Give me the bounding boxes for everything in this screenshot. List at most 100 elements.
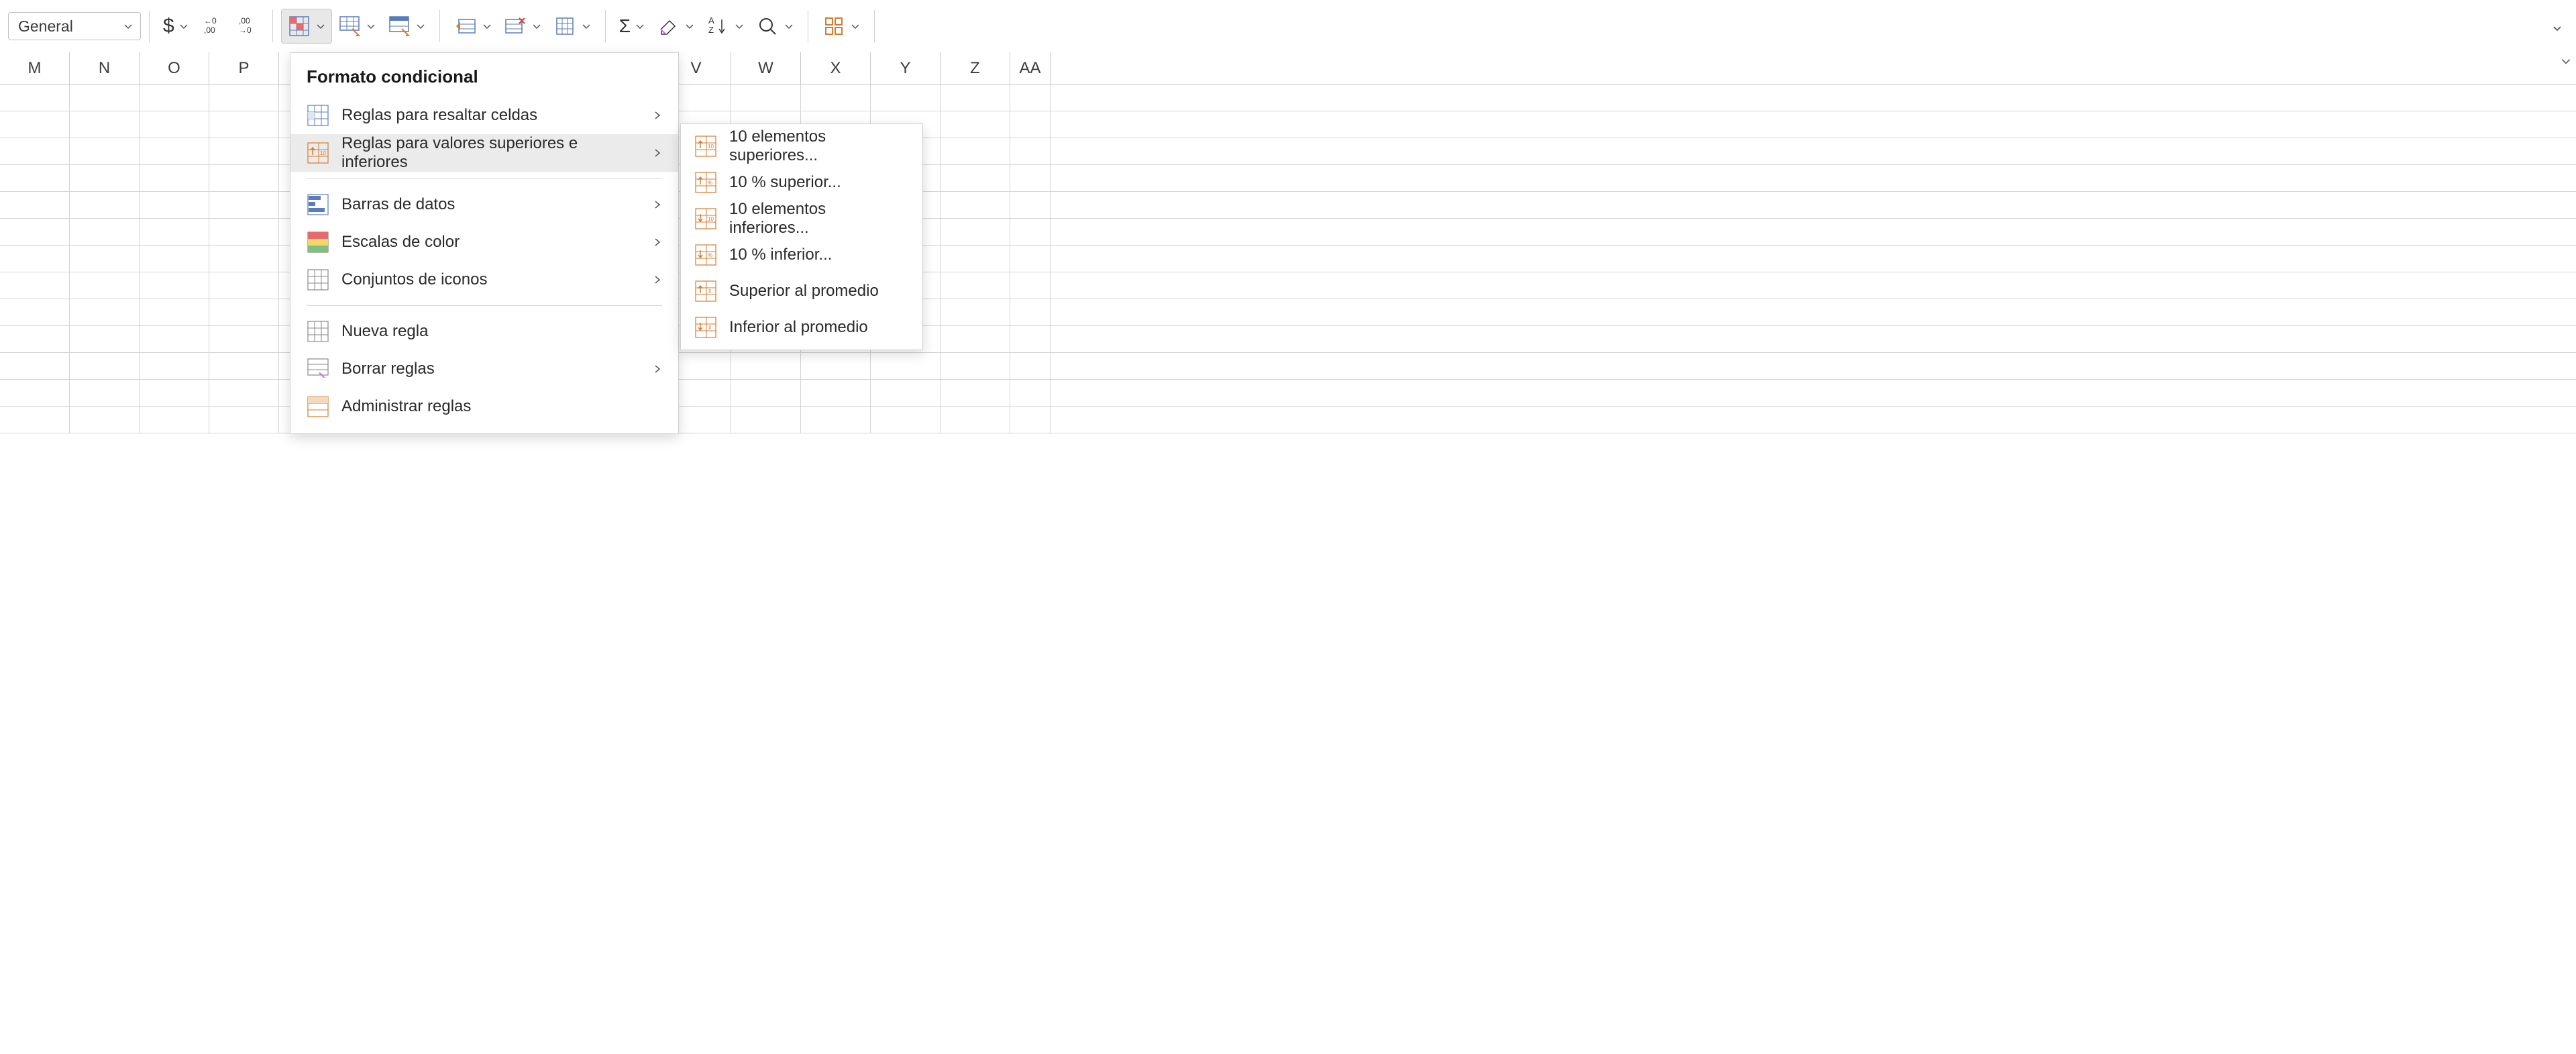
cell[interactable]	[209, 353, 279, 379]
cell[interactable]	[70, 353, 140, 379]
cell[interactable]	[1010, 272, 1051, 299]
column-header[interactable]: Z	[941, 52, 1010, 84]
cell[interactable]	[0, 272, 70, 299]
cell[interactable]	[1010, 138, 1051, 164]
cell[interactable]	[1010, 111, 1051, 138]
cell[interactable]	[941, 165, 1010, 191]
decrease-decimal-button[interactable]: ,00 →0	[229, 9, 264, 44]
cell[interactable]	[801, 407, 871, 433]
submenu-bottom-10-percent[interactable]: % 10 % inferior...	[681, 237, 922, 273]
increase-decimal-button[interactable]: ←0 ,00	[195, 9, 229, 44]
cell[interactable]	[0, 138, 70, 164]
cell[interactable]	[140, 299, 209, 325]
autosum-button[interactable]: Σ	[614, 9, 651, 44]
cell[interactable]	[871, 380, 941, 406]
cell[interactable]	[209, 111, 279, 138]
cell[interactable]	[140, 407, 209, 433]
cell[interactable]	[0, 111, 70, 138]
cell[interactable]	[0, 407, 70, 433]
cell[interactable]	[0, 219, 70, 245]
cell[interactable]	[70, 299, 140, 325]
cell[interactable]	[140, 192, 209, 218]
cell[interactable]	[871, 353, 941, 379]
menu-clear-rules[interactable]: Borrar reglas	[290, 350, 678, 388]
cell[interactable]	[70, 165, 140, 191]
column-header[interactable]: Y	[871, 52, 941, 84]
cell[interactable]	[0, 85, 70, 111]
cell[interactable]	[70, 192, 140, 218]
cell[interactable]	[70, 138, 140, 164]
ribbon-overflow-button[interactable]	[2546, 11, 2568, 46]
menu-icon-sets[interactable]: Conjuntos de iconos	[290, 261, 678, 299]
cell[interactable]	[941, 219, 1010, 245]
cell[interactable]	[1010, 299, 1051, 325]
cell[interactable]	[1010, 165, 1051, 191]
menu-manage-rules[interactable]: Administrar reglas	[290, 388, 678, 425]
cell[interactable]	[801, 380, 871, 406]
column-header[interactable]: P	[209, 52, 279, 84]
submenu-above-average[interactable]: x̄ Superior al promedio	[681, 273, 922, 309]
cell[interactable]	[1010, 353, 1051, 379]
menu-top-bottom-rules[interactable]: 10 Reglas para valores superiores e infe…	[290, 134, 678, 172]
cell[interactable]	[140, 165, 209, 191]
cell[interactable]	[70, 380, 140, 406]
format-as-table-button[interactable]	[332, 9, 382, 44]
cell[interactable]	[1010, 326, 1051, 352]
cell[interactable]	[941, 111, 1010, 138]
cell[interactable]	[140, 85, 209, 111]
cell[interactable]	[941, 353, 1010, 379]
column-header[interactable]: N	[70, 52, 140, 84]
cell[interactable]	[140, 380, 209, 406]
cell[interactable]	[1010, 407, 1051, 433]
submenu-top-10-items[interactable]: 10 10 elementos superiores...	[681, 128, 922, 164]
sort-filter-button[interactable]: A Z	[700, 9, 750, 44]
cell[interactable]	[801, 85, 871, 111]
cell[interactable]	[1010, 219, 1051, 245]
cell[interactable]	[1010, 85, 1051, 111]
cell[interactable]	[941, 272, 1010, 299]
cell[interactable]	[731, 353, 801, 379]
cell[interactable]	[209, 192, 279, 218]
cell[interactable]	[941, 85, 1010, 111]
cell[interactable]	[1010, 380, 1051, 406]
cell[interactable]	[209, 165, 279, 191]
clear-button[interactable]	[651, 9, 700, 44]
cell[interactable]	[731, 85, 801, 111]
cell[interactable]	[209, 380, 279, 406]
cell[interactable]	[140, 111, 209, 138]
cell[interactable]	[140, 326, 209, 352]
cell[interactable]	[209, 299, 279, 325]
cell[interactable]	[1010, 192, 1051, 218]
cell[interactable]	[871, 85, 941, 111]
submenu-top-10-percent[interactable]: % 10 % superior...	[681, 164, 922, 201]
column-header[interactable]: M	[0, 52, 70, 84]
number-format-select[interactable]: General	[8, 12, 141, 40]
cell[interactable]	[731, 407, 801, 433]
column-header[interactable]: O	[140, 52, 209, 84]
currency-button[interactable]: $	[158, 9, 195, 44]
conditional-format-button[interactable]	[281, 9, 332, 44]
menu-highlight-cells-rules[interactable]: Reglas para resaltar celdas	[290, 97, 678, 134]
column-header[interactable]: X	[801, 52, 871, 84]
cell[interactable]	[209, 138, 279, 164]
cell[interactable]	[0, 353, 70, 379]
column-header[interactable]: W	[731, 52, 801, 84]
cell[interactable]	[70, 246, 140, 272]
cell[interactable]	[941, 326, 1010, 352]
cell[interactable]	[801, 353, 871, 379]
menu-color-scales[interactable]: Escalas de color	[290, 223, 678, 261]
find-select-button[interactable]	[750, 9, 800, 44]
cell[interactable]	[0, 192, 70, 218]
addins-button[interactable]	[816, 9, 866, 44]
cell[interactable]	[209, 407, 279, 433]
cell[interactable]	[0, 299, 70, 325]
submenu-bottom-10-items[interactable]: 10 10 elementos inferiores...	[681, 201, 922, 237]
cell[interactable]	[209, 272, 279, 299]
cell[interactable]	[209, 85, 279, 111]
cell[interactable]	[70, 85, 140, 111]
cell[interactable]	[70, 326, 140, 352]
cell[interactable]	[731, 380, 801, 406]
cell[interactable]	[140, 246, 209, 272]
cell[interactable]	[0, 165, 70, 191]
cell[interactable]	[70, 407, 140, 433]
